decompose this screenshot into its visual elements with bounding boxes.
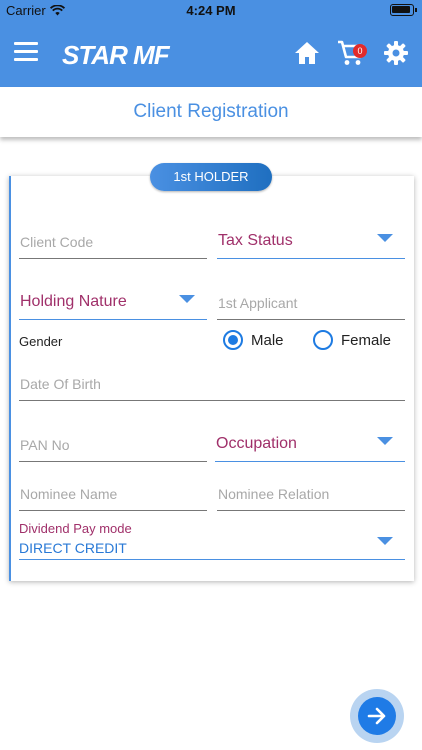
gender-female-radio[interactable]: Female [313,330,391,350]
occupation-select[interactable]: Occupation [215,432,405,462]
radio-unchecked-icon [313,330,333,350]
chevron-down-icon [377,234,393,242]
dividend-pay-mode-value: DIRECT CREDIT [19,540,127,556]
page-title: Client Registration [133,101,289,122]
tax-status-select[interactable]: Tax Status [217,229,405,259]
nominee-name-placeholder: Nominee Name [20,486,118,502]
nominee-name-input[interactable]: Nominee Name [19,481,207,511]
app-bar: STAR MF 0 [0,20,422,87]
radio-checked-icon [223,330,243,350]
holding-nature-select[interactable]: Holding Nature [19,290,207,320]
home-icon[interactable] [293,40,321,66]
clock: 4:24 PM [186,3,236,18]
arrow-right-icon [367,707,386,725]
date-of-birth-input[interactable]: Date Of Birth [19,371,405,401]
dividend-pay-mode-select[interactable]: DIRECT CREDIT [19,534,405,560]
gender-female-label: Female [341,331,392,349]
battery-icon [390,4,417,16]
next-button[interactable] [358,697,396,735]
cart-button[interactable]: 0 [336,38,370,68]
status-bar: Carrier 4:24 PM [0,0,422,20]
cart-count-badge: 0 [353,44,367,58]
first-applicant-input[interactable]: 1st Applicant [217,290,405,320]
chevron-down-icon [179,295,195,303]
gender-label: Gender [19,334,63,349]
app-logo: STAR MF [62,40,170,70]
holding-nature-label: Holding Nature [20,293,127,310]
tab-1st-holder[interactable]: 1st HOLDER [150,163,272,191]
page-header: Client Registration [0,87,422,137]
occupation-label: Occupation [216,435,297,452]
client-code-placeholder: Client Code [20,234,94,250]
nominee-relation-input[interactable]: Nominee Relation [217,481,405,511]
gender-male-label: Male [251,331,284,349]
gender-male-radio[interactable]: Male [223,330,284,350]
menu-icon[interactable] [14,42,38,64]
chevron-down-icon [377,537,393,545]
first-applicant-placeholder: 1st Applicant [218,295,298,311]
pan-input[interactable]: PAN No [19,432,207,462]
pan-placeholder: PAN No [20,437,70,453]
settings-icon[interactable] [383,40,409,66]
client-code-input[interactable]: Client Code [19,229,207,259]
tax-status-label: Tax Status [218,232,293,249]
nominee-relation-placeholder: Nominee Relation [218,486,330,502]
chevron-down-icon [377,437,393,445]
date-of-birth-placeholder: Date Of Birth [20,376,101,392]
